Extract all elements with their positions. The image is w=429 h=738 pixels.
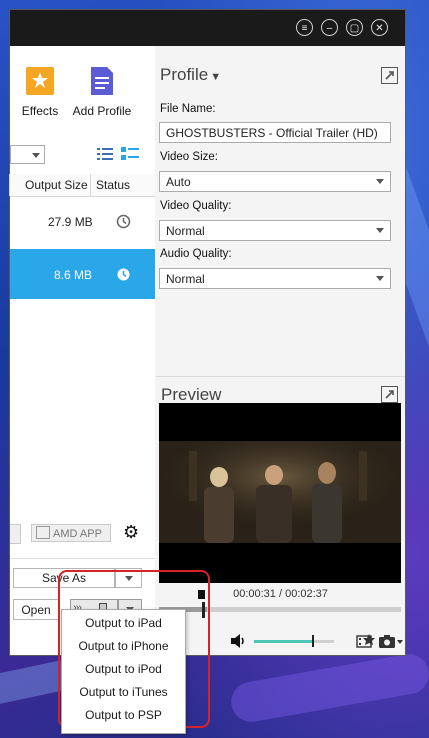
expand-preview-icon[interactable]: [381, 386, 398, 403]
volume-slider[interactable]: [254, 640, 334, 643]
settings-gear-icon[interactable]: ⚙: [123, 522, 139, 543]
pending-clock-icon: [116, 214, 131, 229]
open-button[interactable]: Open: [13, 599, 59, 620]
app-window: ≡ – ▢ ✕ Effects Add Profile Output Size …: [9, 9, 406, 656]
list-view-icon[interactable]: [97, 147, 113, 161]
pending-clock-icon: [117, 268, 130, 281]
close-button[interactable]: ✕: [371, 19, 388, 36]
video-frame-image: [159, 403, 401, 583]
column-status[interactable]: Status: [96, 178, 130, 192]
video-quality-label: Video Quality:: [160, 200, 232, 212]
video-preview[interactable]: [159, 403, 401, 583]
volume-slider-fill: [254, 640, 312, 643]
minimize-button[interactable]: –: [321, 19, 338, 36]
video-size-label: Video Size:: [160, 151, 218, 163]
chevron-down-icon: [376, 276, 384, 281]
menu-item-output-iphone[interactable]: Output to iPhone: [62, 635, 185, 658]
film-edit-icon[interactable]: [356, 633, 375, 649]
output-device-menu: Output to iPad Output to iPhone Output t…: [61, 609, 186, 734]
add-profile-doc-icon: [91, 67, 113, 95]
menu-item-output-ipad[interactable]: Output to iPad: [62, 612, 185, 635]
menu-item-output-itunes[interactable]: Output to iTunes: [62, 681, 185, 704]
video-quality-value: Normal: [166, 224, 205, 238]
file-name-value: GHOSTBUSTERS - Official Trailer (HD): [166, 126, 378, 140]
chevron-down-icon: [376, 228, 384, 233]
chevron-down-icon: [376, 179, 384, 184]
volume-speaker-icon[interactable]: [230, 634, 247, 648]
menu-button[interactable]: ≡: [296, 19, 313, 36]
hw-accel-button[interactable]: [10, 524, 21, 544]
amd-app-label: AMD APP: [53, 528, 102, 540]
audio-quality-value: Normal: [166, 272, 205, 286]
profile-panel: Profile ▼ File Name: GHOSTBUSTERS - Offic…: [156, 46, 405, 655]
file-name-input[interactable]: GHOSTBUSTERS - Official Trailer (HD): [159, 122, 391, 143]
amd-logo-icon: [36, 526, 50, 539]
caret-down-icon: ▼: [210, 71, 222, 83]
profile-title: Profile: [160, 65, 209, 84]
volume-handle[interactable]: [311, 635, 314, 647]
column-output-size[interactable]: Output Size: [25, 178, 88, 192]
row-output-size: 27.9 MB: [48, 215, 93, 229]
audio-quality-select[interactable]: Normal: [159, 268, 391, 289]
file-row[interactable]: 27.9 MB: [10, 197, 155, 245]
amd-app-button[interactable]: AMD APP: [31, 524, 111, 542]
add-profile-label: Add Profile: [72, 104, 132, 118]
menu-item-output-psp[interactable]: Output to PSP: [62, 704, 185, 727]
expand-icon[interactable]: [381, 67, 398, 84]
effects-wand-icon: [26, 67, 54, 95]
row-output-size: 8.6 MB: [54, 268, 93, 282]
snapshot-camera-icon[interactable]: [379, 634, 403, 648]
add-profile-button[interactable]: Add Profile: [70, 66, 134, 118]
chevron-down-icon: [32, 153, 40, 158]
video-quality-select[interactable]: Normal: [159, 220, 391, 241]
effects-label: Effects: [21, 104, 59, 118]
audio-quality-label: Audio Quality:: [160, 248, 232, 260]
maximize-button[interactable]: ▢: [346, 19, 363, 36]
detail-view-icon[interactable]: [121, 147, 139, 161]
title-bar: ≡ – ▢ ✕: [10, 10, 405, 46]
profile-title-button[interactable]: Profile ▼: [160, 65, 221, 85]
menu-item-output-ipod[interactable]: Output to iPod: [62, 658, 185, 681]
effects-button[interactable]: Effects: [20, 66, 60, 118]
video-size-select[interactable]: Auto: [159, 171, 391, 192]
open-label: Open: [21, 603, 51, 617]
file-name-label: File Name:: [160, 103, 216, 115]
video-size-value: Auto: [166, 175, 191, 189]
filter-dropdown[interactable]: [10, 145, 45, 164]
list-header: Output Size Status: [9, 174, 155, 197]
preview-title: Preview: [161, 385, 222, 404]
file-list-panel: Effects Add Profile Output Size Status 2…: [9, 46, 155, 655]
file-row-selected[interactable]: 8.6 MB: [10, 249, 155, 299]
